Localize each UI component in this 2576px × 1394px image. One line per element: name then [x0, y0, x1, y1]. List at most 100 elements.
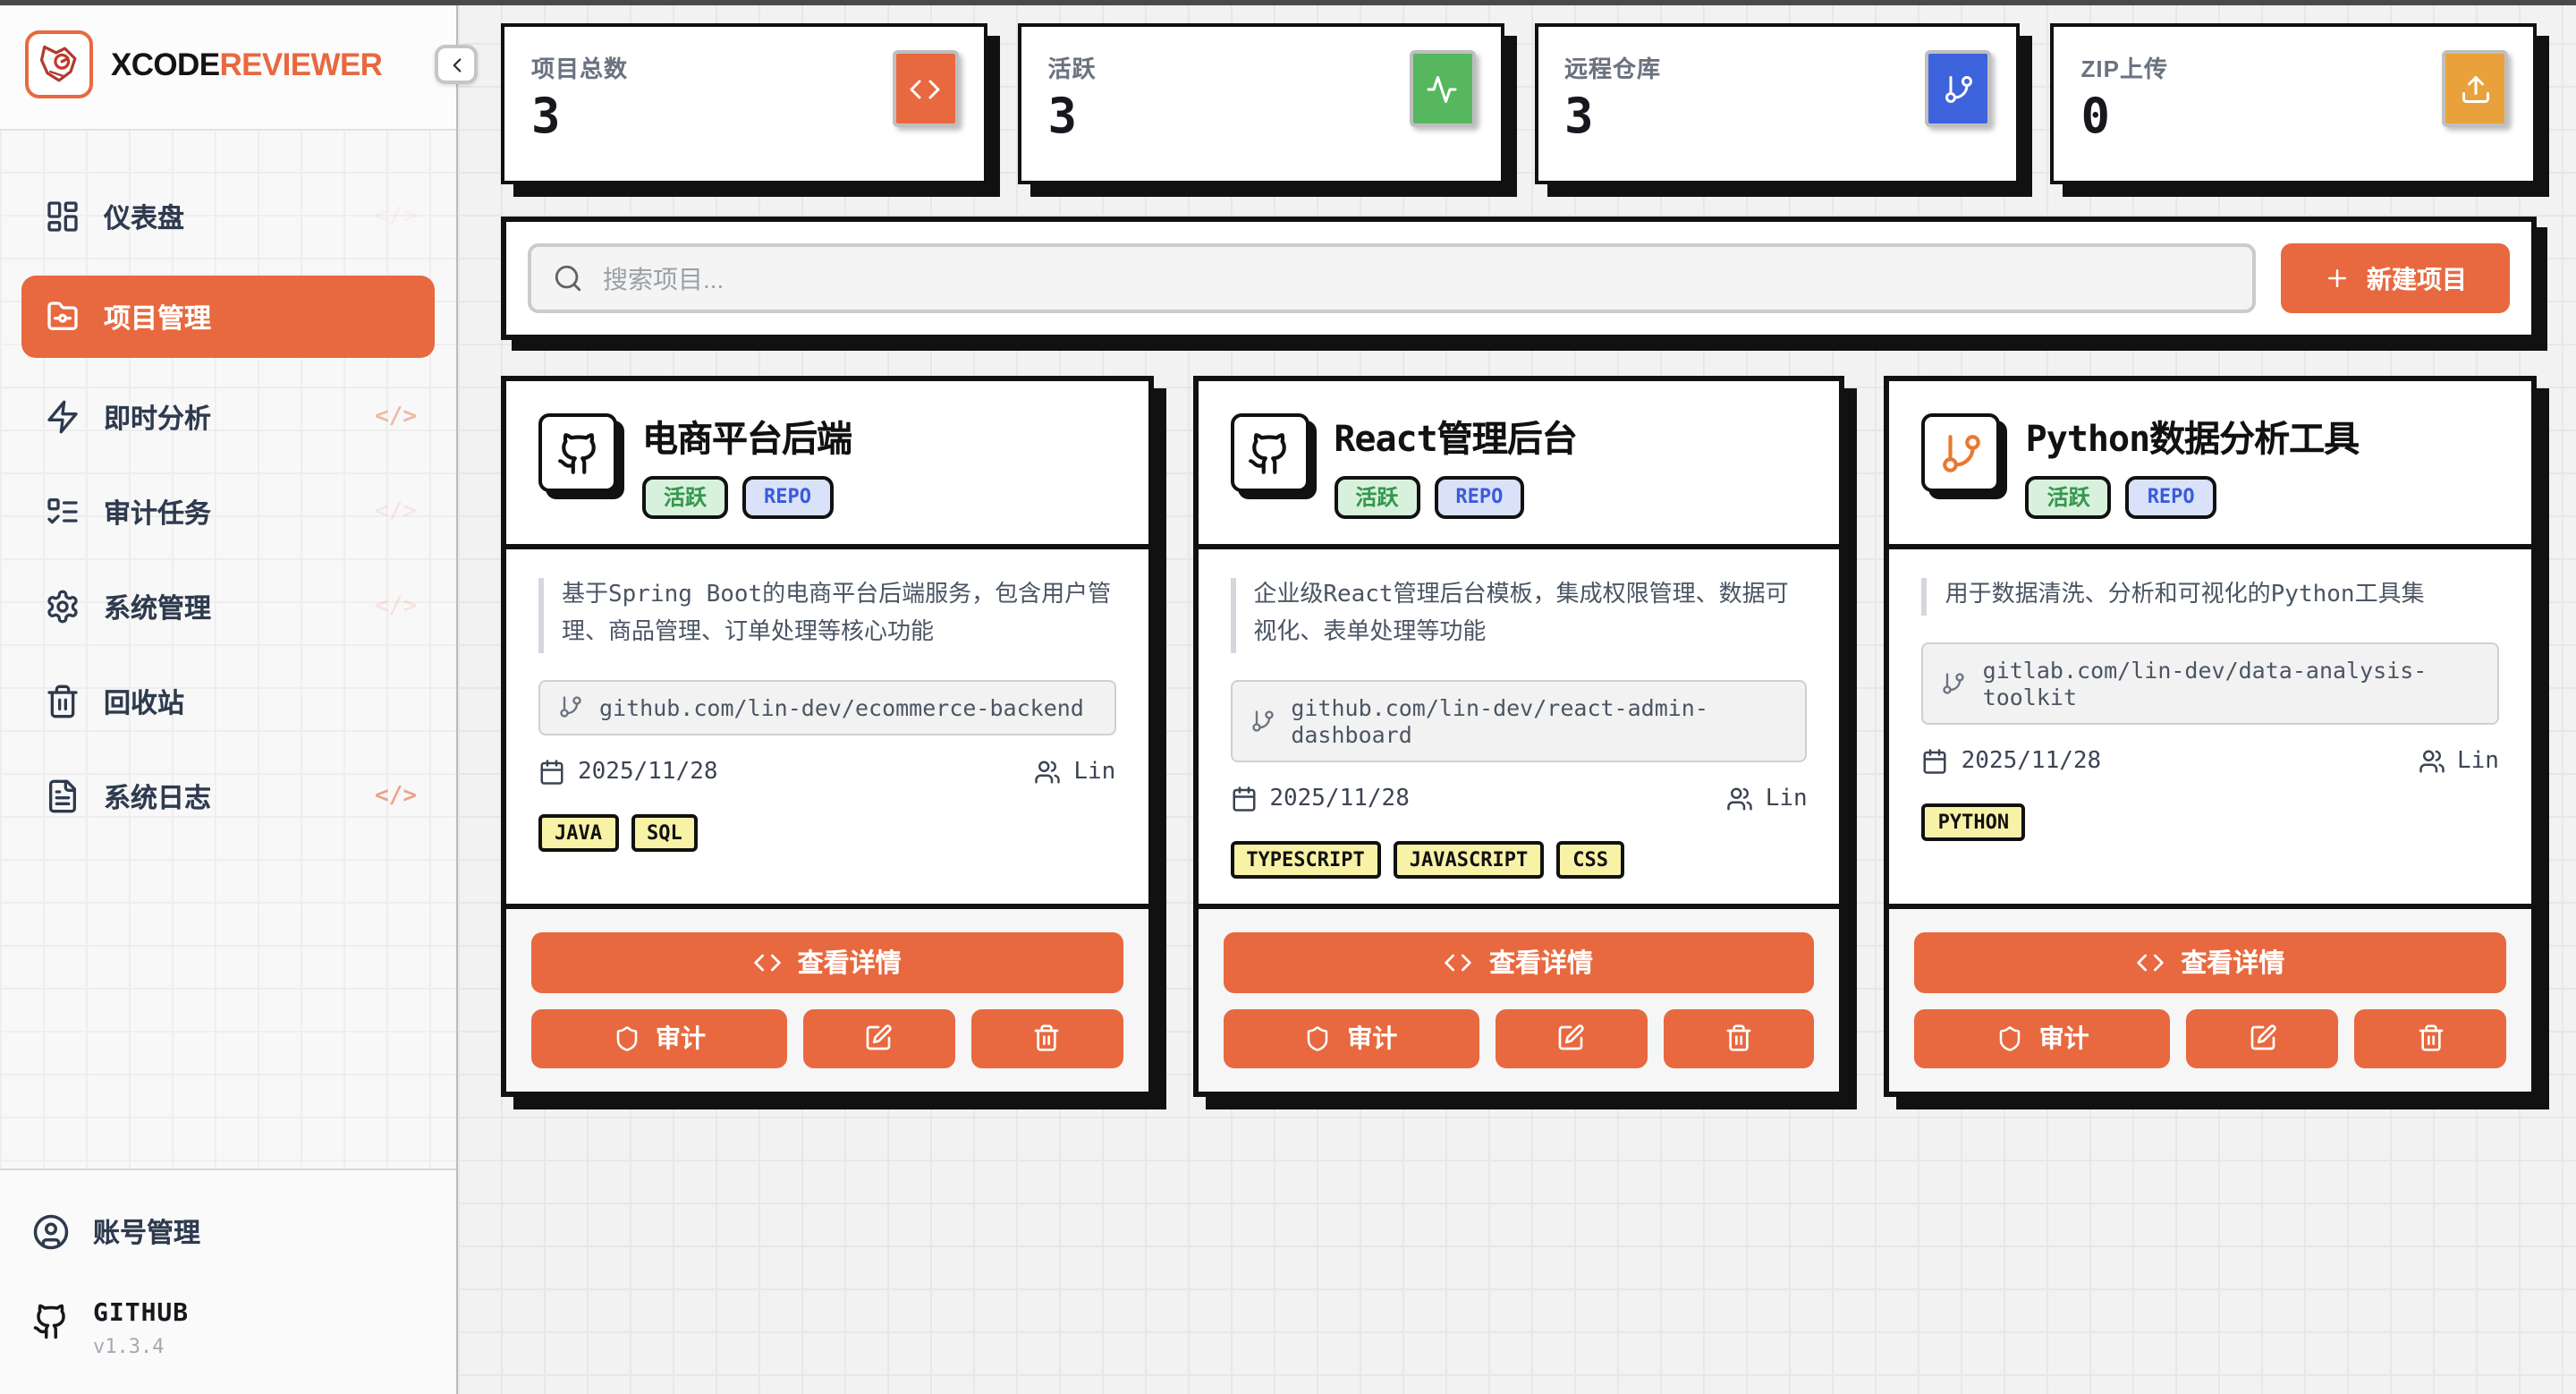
project-icon-box	[1922, 413, 2001, 492]
status-badge: 活跃	[642, 476, 728, 520]
tech-tag: JAVASCRIPT	[1394, 841, 1544, 879]
tech-tag: SQL	[631, 814, 699, 852]
audit-label: 审计	[656, 1021, 706, 1057]
github-icon	[555, 430, 600, 475]
code-deco: </>	[375, 498, 417, 525]
trash-icon	[1724, 1024, 1753, 1053]
repo-url-box: gitlab.com/lin-dev/data-analysis-toolkit	[1922, 642, 2499, 725]
new-project-button[interactable]: 新建项目	[2281, 243, 2510, 313]
sidebar-item-projects[interactable]: 项目管理	[21, 276, 435, 358]
sidebar-item-dashboard[interactable]: 仪表盘 </>	[21, 181, 435, 252]
github-icon	[1247, 430, 1292, 475]
file-text-icon	[45, 778, 80, 814]
sidebar-item-label: 即时分析	[104, 398, 211, 436]
tech-tag: TYPESCRIPT	[1230, 841, 1380, 879]
project-title: React管理后台	[1334, 410, 1576, 462]
repo-url-box: github.com/lin-dev/ecommerce-backend	[538, 680, 1115, 735]
search-box	[528, 243, 2256, 313]
view-details-button[interactable]: 查看详情	[531, 932, 1123, 993]
list-todo-icon	[45, 494, 80, 530]
audit-label: 审计	[2039, 1021, 2089, 1057]
edit-pen-icon	[865, 1024, 894, 1053]
git-branch-icon	[1939, 430, 1984, 475]
type-badge: REPO	[2126, 476, 2216, 520]
delete-button[interactable]	[971, 1009, 1123, 1068]
edit-button[interactable]	[1495, 1009, 1647, 1068]
status-badge: 活跃	[1334, 476, 1419, 520]
app-name: GITHUB	[93, 1299, 189, 1328]
view-details-button[interactable]: 查看详情	[1915, 932, 2506, 993]
sidebar-item-recycle-bin[interactable]: 回收站	[21, 666, 435, 737]
repo-url-box: github.com/lin-dev/react-admin-dashboard	[1230, 680, 1807, 762]
search-input[interactable]	[599, 262, 2231, 294]
project-card-body: 基于Spring Boot的电商平台后端服务，包含用户管理、商品管理、订单处理等…	[506, 550, 1148, 904]
project-card-body: 用于数据清洗、分析和可视化的Python工具集 gitlab.com/lin-d…	[1890, 550, 2531, 904]
app-title: XCODEREVIEWER	[111, 46, 382, 83]
sidebar-nav: 仪表盘 </> 项目管理 即时分析 </> 审计任务 </>	[0, 131, 456, 832]
project-card-footer: 查看详情 审计	[1198, 904, 1839, 1092]
tech-tag: JAVA	[538, 814, 618, 852]
app-title-secondary: REVIEWER	[219, 46, 382, 81]
project-owner: Lin	[1073, 759, 1115, 786]
project-description: 基于Spring Boot的电商平台后端服务，包含用户管理、商品管理、订单处理等…	[538, 579, 1115, 653]
code-deco: </>	[375, 783, 417, 810]
sidebar-item-account[interactable]: 账号管理	[32, 1213, 424, 1251]
project-card-header: Python数据分析工具 活跃 REPO	[1890, 381, 2531, 550]
project-card-header: React管理后台 活跃 REPO	[1198, 381, 1839, 550]
delete-button[interactable]	[1663, 1009, 1815, 1068]
repo-url: github.com/lin-dev/ecommerce-backend	[599, 694, 1084, 721]
tech-tag: CSS	[1556, 841, 1624, 879]
stat-card-zip-uploads: ZIP上传 0	[2051, 23, 2538, 184]
code-icon	[1445, 948, 1473, 977]
calendar-icon	[1922, 748, 1949, 775]
project-meta: 2025/11/28 Lin	[1230, 786, 1807, 812]
tag-list: JAVA SQL	[538, 814, 1115, 852]
top-edge-bar	[0, 0, 2576, 5]
tag-list: PYTHON	[1922, 803, 2499, 841]
search-toolbar: 新建项目	[501, 217, 2537, 340]
git-branch-icon	[1942, 671, 1967, 696]
delete-button[interactable]	[2354, 1009, 2506, 1068]
view-details-label: 查看详情	[2181, 944, 2284, 982]
sidebar-item-label: 系统管理	[104, 588, 211, 625]
git-branch-icon	[1250, 709, 1275, 734]
project-date: 2025/11/28	[1269, 786, 1410, 812]
stat-icon-box	[1926, 50, 1992, 127]
project-meta: 2025/11/28 Lin	[538, 759, 1115, 786]
project-icon-box	[1230, 413, 1309, 492]
sidebar-collapse-button[interactable]	[435, 45, 478, 84]
project-date: 2025/11/28	[1962, 748, 2102, 775]
app-title-primary: XCODE	[111, 46, 219, 81]
badge-row: 活跃 REPO	[642, 476, 852, 520]
shield-icon	[613, 1025, 640, 1052]
edit-button[interactable]	[803, 1009, 955, 1068]
stat-card-remote-repos: 远程仓库 3	[1534, 23, 2021, 184]
project-card-header: 电商平台后端 活跃 REPO	[506, 381, 1148, 550]
stat-icon-box	[1409, 50, 1475, 127]
code-icon	[753, 948, 782, 977]
logo-area: XCODEREVIEWER	[0, 0, 456, 131]
sidebar-item-label: 审计任务	[104, 493, 211, 531]
trash-icon	[2416, 1024, 2445, 1053]
sidebar-item-instant-analysis[interactable]: 即时分析 </>	[21, 381, 435, 453]
audit-button[interactable]: 审计	[1915, 1009, 2171, 1068]
stat-icon-box	[2442, 50, 2508, 127]
sidebar-item-label: 项目管理	[104, 298, 211, 336]
plus-icon	[2324, 265, 2351, 292]
code-deco: </>	[375, 593, 417, 620]
sidebar-item-system-logs[interactable]: 系统日志 </>	[21, 761, 435, 832]
layout-dashboard-icon	[45, 199, 80, 234]
new-project-label: 新建项目	[2367, 260, 2467, 296]
user-circle-icon	[32, 1213, 70, 1251]
sidebar-item-audit-tasks[interactable]: 审计任务 </>	[21, 476, 435, 548]
edit-button[interactable]	[2187, 1009, 2339, 1068]
edit-pen-icon	[2249, 1024, 2277, 1053]
project-cards: 电商平台后端 活跃 REPO 基于Spring Boot的电商平台后端服务，包含…	[501, 376, 2537, 1097]
activity-icon	[1426, 72, 1458, 105]
sidebar-item-system-admin[interactable]: 系统管理 </>	[21, 571, 435, 642]
project-card-body: 企业级React管理后台模板，集成权限管理、数据可视化、表单处理等功能 gith…	[1198, 550, 1839, 904]
audit-button[interactable]: 审计	[1223, 1009, 1479, 1068]
view-details-button[interactable]: 查看详情	[1223, 932, 1814, 993]
sidebar-item-label: 仪表盘	[104, 198, 184, 235]
audit-button[interactable]: 审计	[531, 1009, 787, 1068]
